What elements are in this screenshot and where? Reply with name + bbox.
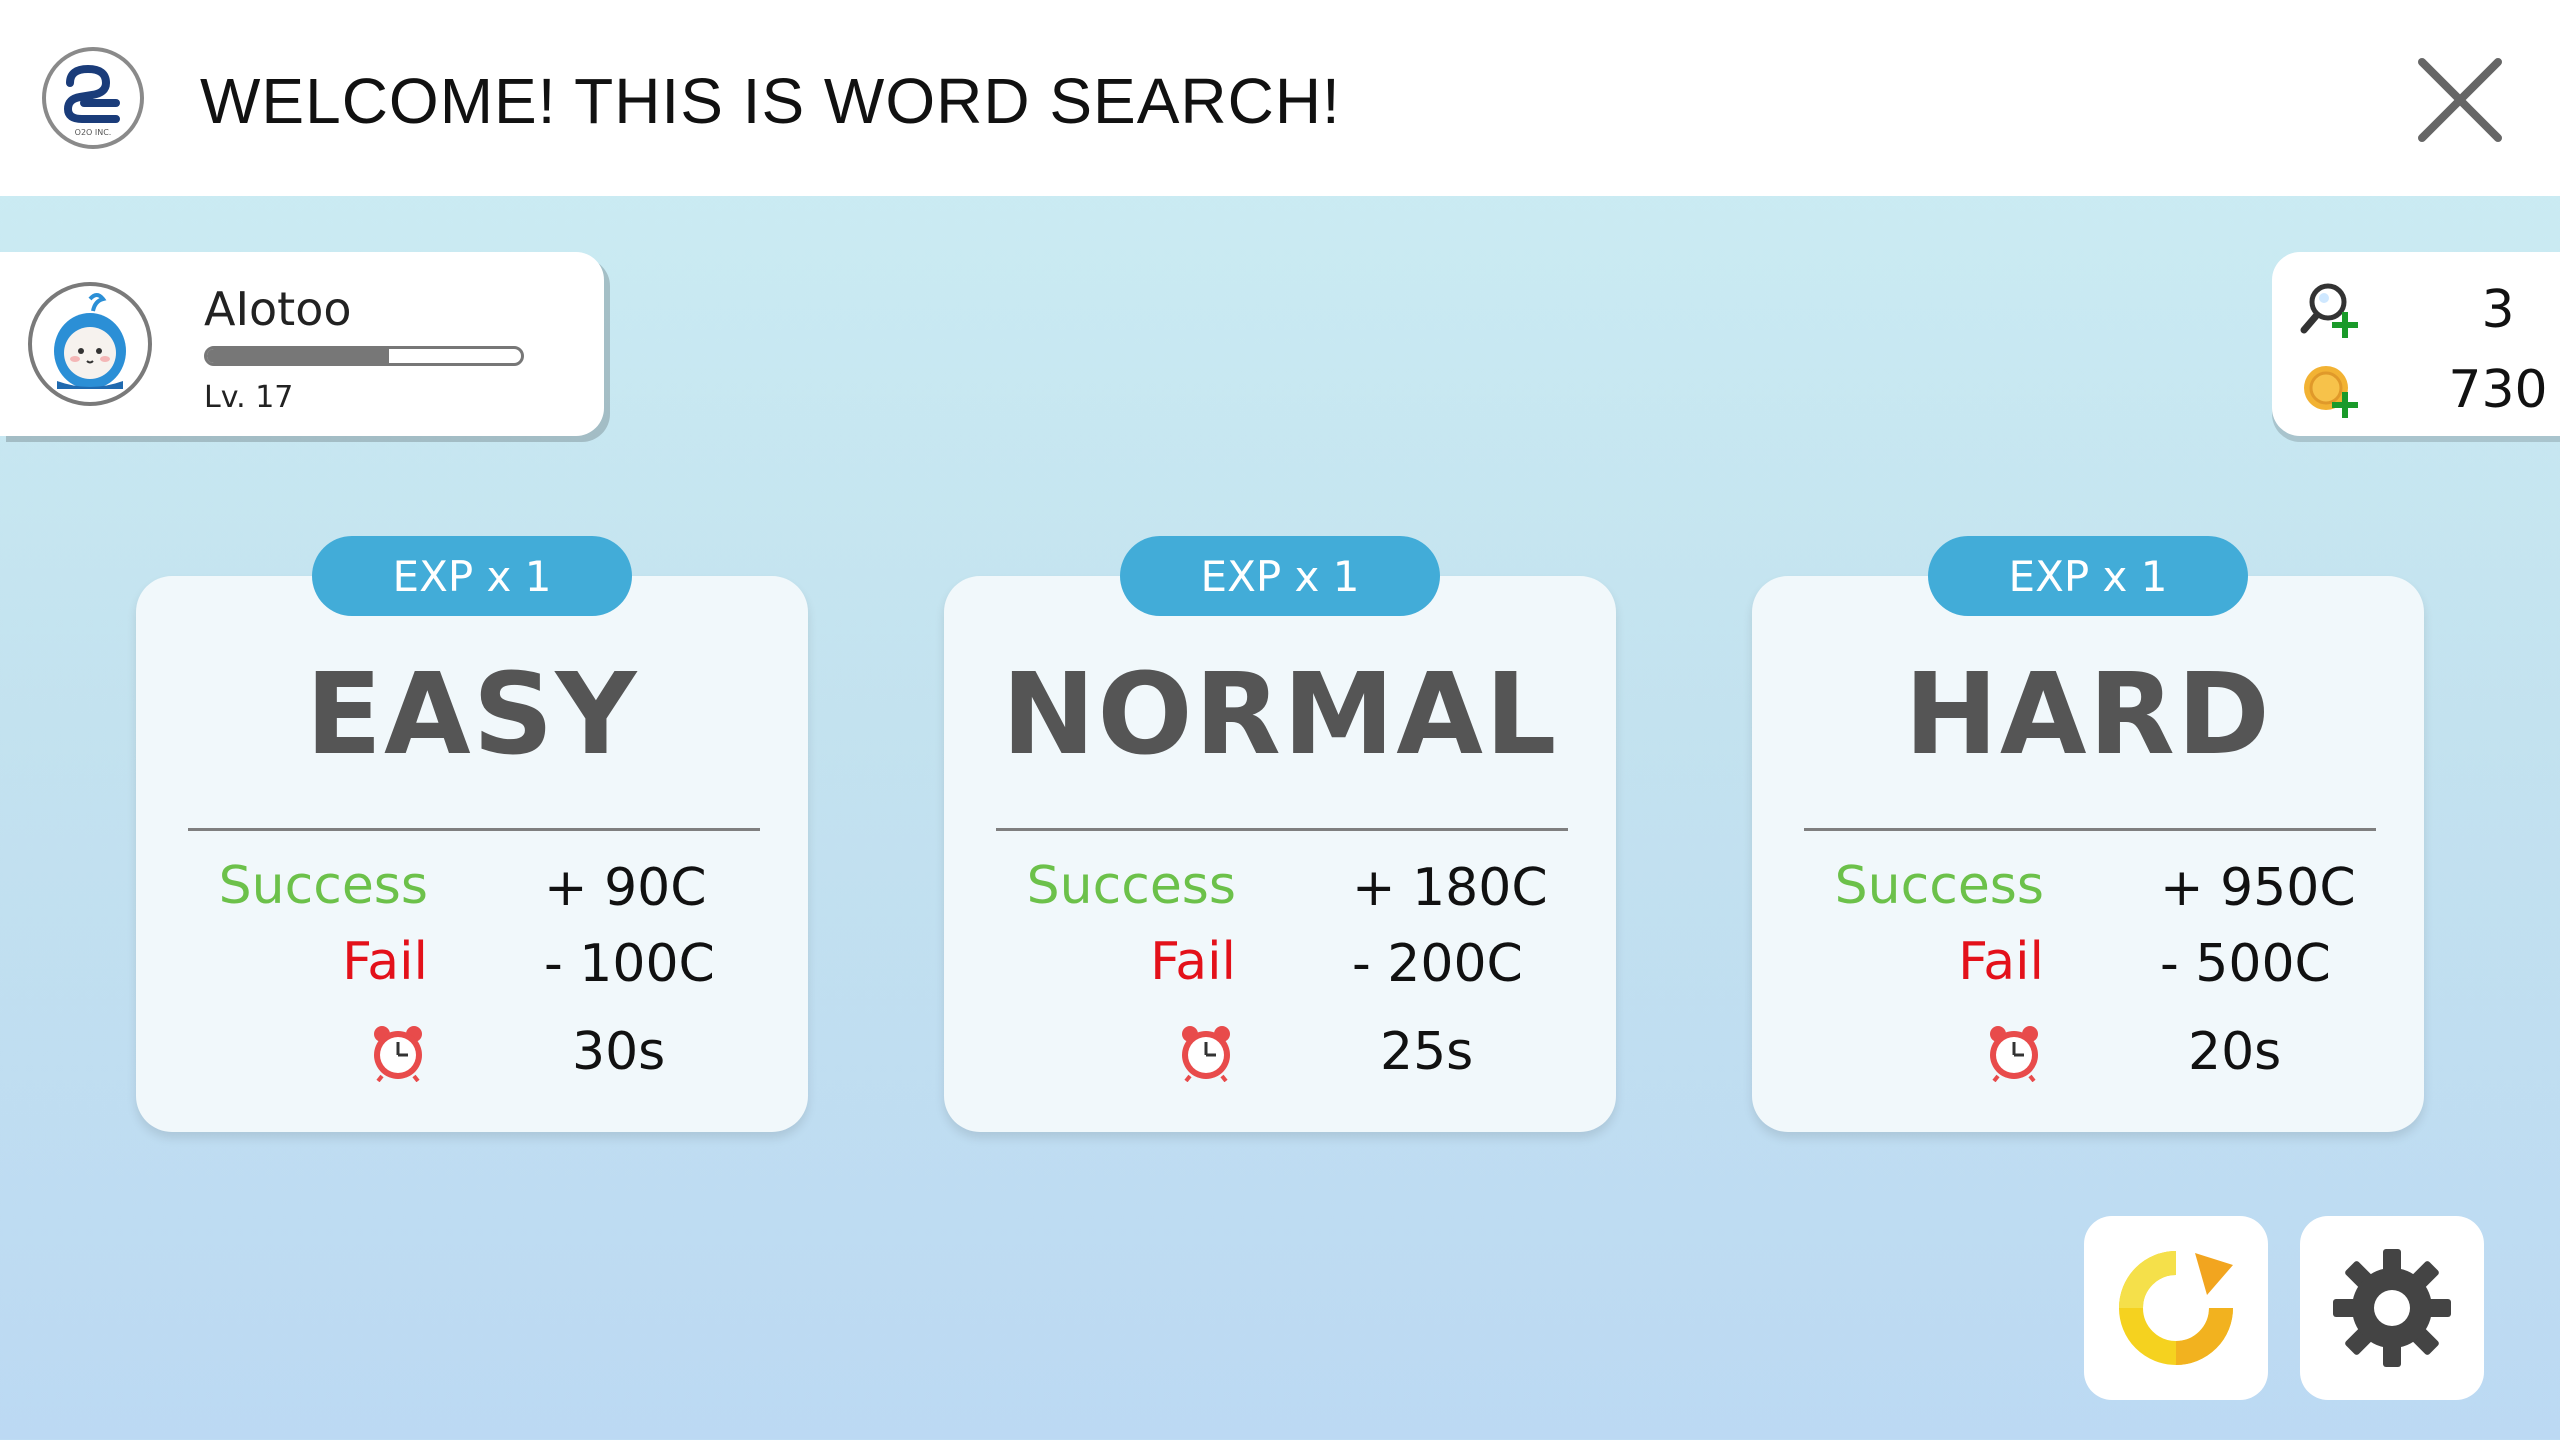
alarm-clock-icon xyxy=(374,1026,422,1082)
fail-label: Fail xyxy=(1150,932,1236,992)
time-limit: 30s xyxy=(572,1022,666,1082)
alarm-clock-icon xyxy=(1990,1026,2038,1082)
fail-label: Fail xyxy=(1958,932,2044,992)
time-limit: 25s xyxy=(1380,1022,1474,1082)
exp-multiplier-badge: EXP x 1 xyxy=(1928,536,2248,616)
page-title: WELCOME! THIS IS WORD SEARCH! xyxy=(200,65,1341,137)
resources-panel: 3 730 xyxy=(2272,252,2560,436)
fail-penalty: - 100C xyxy=(544,934,715,994)
company-logo-icon: O2O INC. xyxy=(42,47,144,149)
coin-count: 730 xyxy=(2448,360,2548,420)
mascot-avatar-icon xyxy=(28,282,152,406)
success-label: Success xyxy=(218,856,428,916)
header-bar: O2O INC. WELCOME! THIS IS WORD SEARCH! xyxy=(0,0,2560,196)
mode-card-hard[interactable]: EXP x 1 HARD Success + 950C Fail - 500C … xyxy=(1752,536,2424,1132)
mode-card-easy[interactable]: EXP x 1 EASY Success + 90C Fail - 100C 3… xyxy=(136,536,808,1132)
mode-title: NORMAL xyxy=(1001,650,1559,780)
refresh-button[interactable] xyxy=(2084,1216,2268,1400)
coin-plus-icon[interactable] xyxy=(2298,358,2362,422)
logo-text: O2O INC. xyxy=(75,128,112,137)
username: AIotoo xyxy=(204,282,352,336)
divider xyxy=(996,828,1568,831)
close-button[interactable] xyxy=(2410,50,2510,150)
exp-multiplier-badge: EXP x 1 xyxy=(1120,536,1440,616)
settings-button[interactable] xyxy=(2300,1216,2484,1400)
hint-counter: 3 xyxy=(2298,278,2515,342)
xp-progress-fill xyxy=(207,349,390,363)
player-level: Lv. 17 xyxy=(204,380,294,415)
success-label: Success xyxy=(1834,856,2044,916)
magnifier-plus-icon[interactable] xyxy=(2298,278,2362,342)
alarm-clock-icon xyxy=(1182,1026,1230,1082)
success-reward: + 90C xyxy=(544,858,707,918)
time-limit: 20s xyxy=(2188,1022,2282,1082)
hint-count: 3 xyxy=(2481,280,2515,340)
gear-icon[interactable] xyxy=(2327,1243,2457,1373)
xp-progress-bar xyxy=(204,346,524,366)
success-reward: + 180C xyxy=(1352,858,1548,918)
mode-title: HARD xyxy=(1904,650,2272,780)
fail-label: Fail xyxy=(342,932,428,992)
mode-card-normal[interactable]: EXP x 1 NORMAL Success + 180C Fail - 200… xyxy=(944,536,1616,1132)
profile-card[interactable]: AIotoo Lv. 17 xyxy=(0,252,604,436)
divider xyxy=(188,828,760,831)
exp-multiplier-badge: EXP x 1 xyxy=(312,536,632,616)
close-icon[interactable] xyxy=(2410,50,2510,150)
refresh-icon[interactable] xyxy=(2111,1243,2241,1373)
success-label: Success xyxy=(1026,856,1236,916)
mode-title: EASY xyxy=(305,650,639,780)
success-reward: + 950C xyxy=(2160,858,2356,918)
divider xyxy=(1804,828,2376,831)
fail-penalty: - 200C xyxy=(1352,934,1523,994)
coin-counter: 730 xyxy=(2298,358,2548,422)
fail-penalty: - 500C xyxy=(2160,934,2331,994)
